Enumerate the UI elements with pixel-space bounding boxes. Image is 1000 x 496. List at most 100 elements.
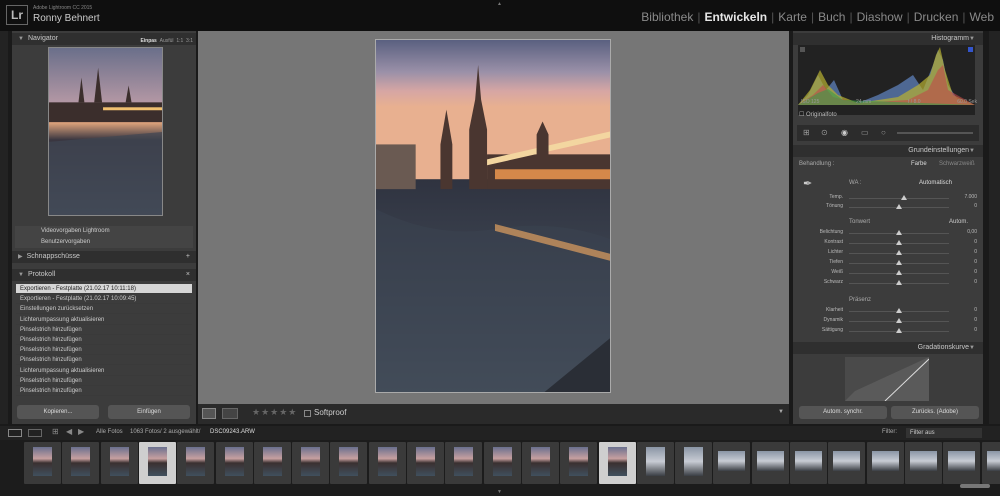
- wb-picker-icon[interactable]: ✒: [803, 177, 812, 190]
- radial-filter-icon[interactable]: ○: [881, 128, 886, 137]
- loupe-view-icon[interactable]: [202, 408, 216, 419]
- treatment-color[interactable]: Farbe: [911, 161, 927, 167]
- slider-knob[interactable]: [896, 260, 902, 265]
- slider-knob[interactable]: [896, 270, 902, 275]
- navigator-header[interactable]: ▼ Navigator Einpas Ausfül 1:1 3:1: [12, 33, 196, 45]
- history-item[interactable]: Pinselstrich hinzufügen: [16, 335, 192, 345]
- history-item[interactable]: Pinselstrich hinzufügen: [16, 386, 192, 396]
- history-item[interactable]: Pinselstrich hinzufügen: [16, 355, 192, 366]
- spot-removal-icon[interactable]: ⊙: [821, 128, 828, 137]
- history-item[interactable]: Lichterumpassung aktualisieren: [16, 315, 192, 325]
- slider-knob[interactable]: [896, 204, 902, 209]
- module-entwickeln[interactable]: Entwickeln: [704, 10, 767, 24]
- slider-knob[interactable]: [896, 230, 902, 235]
- filmstrip-thumbnail[interactable]: [943, 442, 981, 484]
- module-bibliothek[interactable]: Bibliothek: [641, 10, 693, 24]
- filmstrip-thumbnail[interactable]: [177, 442, 215, 484]
- collapse-top-arrow-icon[interactable]: ▲: [497, 1, 502, 7]
- filmstrip-thumbnail[interactable]: [330, 442, 368, 484]
- copy-button[interactable]: Kopieren...: [17, 405, 99, 419]
- slider-knob[interactable]: [901, 195, 907, 200]
- paste-button[interactable]: Einfügen: [108, 405, 190, 419]
- tone-curve-header[interactable]: Gradationskurve ▼: [793, 342, 983, 354]
- history-item[interactable]: Einstellungen zurücksetzen: [16, 304, 192, 315]
- filter-select[interactable]: Filter aus: [906, 428, 982, 438]
- main-photo[interactable]: [375, 39, 611, 393]
- module-buch[interactable]: Buch: [818, 10, 845, 24]
- slider-value[interactable]: 0: [974, 317, 977, 323]
- histogram-header[interactable]: Histogramm ▼: [793, 33, 983, 45]
- grid-icon[interactable]: ⊞: [52, 427, 59, 436]
- before-after-icon[interactable]: [222, 408, 238, 419]
- filmstrip-thumbnail[interactable]: [560, 442, 598, 484]
- filmstrip-thumbnail[interactable]: [790, 442, 827, 484]
- slider-knob[interactable]: [896, 250, 902, 255]
- right-panel-grip[interactable]: [989, 31, 1000, 424]
- filmstrip-thumbnail[interactable]: [62, 442, 100, 484]
- snapshots-header[interactable]: ▶ Schnappschüsse +: [12, 251, 196, 263]
- back-icon[interactable]: ◀: [66, 427, 72, 436]
- clear-history-icon[interactable]: ×: [186, 269, 190, 281]
- treatment-bw[interactable]: Schwarzweiß: [939, 161, 975, 167]
- left-panel-grip[interactable]: [0, 31, 8, 424]
- slider-value[interactable]: 0: [974, 269, 977, 275]
- tree-item-video-presets[interactable]: Videovorgaben Lightroom: [15, 226, 193, 237]
- history-item[interactable]: Exportieren - Festplatte (21.02.17 10:11…: [16, 284, 192, 294]
- slider-value[interactable]: 7.000: [964, 194, 977, 200]
- slider-knob[interactable]: [896, 328, 902, 333]
- slider-value[interactable]: 0: [974, 239, 977, 245]
- brush-slider[interactable]: [897, 132, 973, 134]
- filmstrip-thumbnail[interactable]: [713, 442, 751, 484]
- filmstrip-thumbnail[interactable]: [292, 442, 330, 484]
- filmstrip-thumbnail[interactable]: [407, 442, 444, 484]
- second-window-icon[interactable]: [28, 429, 42, 437]
- filmstrip-thumbnail[interactable]: [483, 442, 521, 484]
- slider-value[interactable]: 0: [974, 249, 977, 255]
- slider-knob[interactable]: [896, 318, 902, 323]
- module-drucken[interactable]: Drucken: [914, 10, 959, 24]
- forward-icon[interactable]: ▶: [78, 427, 84, 436]
- history-item[interactable]: Lichterumpassung aktualisieren: [16, 366, 192, 376]
- filmstrip-thumbnail[interactable]: [598, 442, 636, 484]
- slider-track[interactable]: [849, 198, 949, 199]
- history-item[interactable]: Pinselstrich hinzufügen: [16, 345, 192, 356]
- navigator-zoom-options[interactable]: Einpas Ausfül 1:1 3:1: [140, 35, 193, 47]
- collapse-bottom-arrow-icon[interactable]: ▼: [497, 489, 502, 495]
- filmstrip-scrollbar[interactable]: [960, 484, 990, 488]
- module-diashow[interactable]: Diashow: [857, 10, 903, 24]
- filmstrip-thumbnail[interactable]: [215, 442, 253, 484]
- navigator-preview[interactable]: [48, 47, 163, 216]
- filmstrip-thumbnail[interactable]: [675, 442, 713, 484]
- toolbar-menu-icon[interactable]: ▼: [778, 409, 784, 415]
- graduated-filter-icon[interactable]: ▭: [861, 128, 869, 137]
- filmstrip-thumbnail[interactable]: [138, 442, 176, 484]
- tree-item-user-presets[interactable]: Benutzervorgaben: [15, 237, 193, 248]
- wb-value[interactable]: Automatisch: [919, 180, 952, 186]
- slider-value[interactable]: 0: [974, 307, 977, 313]
- red-eye-icon[interactable]: ◉: [841, 128, 848, 137]
- softproof-checkbox[interactable]: [304, 410, 311, 417]
- slider-value[interactable]: 0: [974, 203, 977, 209]
- history-item[interactable]: Pinselstrich hinzufügen: [16, 376, 192, 386]
- history-item[interactable]: Exportieren - Festplatte (21.02.17 10:09…: [16, 294, 192, 305]
- filmstrip-thumbnail[interactable]: [904, 442, 942, 484]
- filmstrip-thumbnail[interactable]: [751, 442, 789, 484]
- filmstrip-thumbnail[interactable]: [445, 442, 483, 484]
- original-photo-toggle[interactable]: ☐ Originalfoto: [799, 111, 837, 118]
- filmstrip-thumbnail[interactable]: [368, 442, 406, 484]
- auto-tone-button[interactable]: Autom.: [949, 219, 968, 225]
- add-snapshot-icon[interactable]: +: [186, 251, 190, 263]
- basic-header[interactable]: Grundeinstellungen ▼: [793, 145, 983, 157]
- main-window-icon[interactable]: [8, 429, 22, 437]
- crop-icon[interactable]: ⊞: [803, 128, 810, 137]
- filmstrip-thumbnail[interactable]: [981, 442, 1000, 484]
- module-web[interactable]: Web: [970, 10, 994, 24]
- slider-knob[interactable]: [896, 280, 902, 285]
- slider-value[interactable]: 0: [974, 327, 977, 333]
- module-karte[interactable]: Karte: [778, 10, 807, 24]
- tone-curve[interactable]: [845, 357, 929, 401]
- auto-sync-button[interactable]: Autom. synchr.: [799, 406, 887, 419]
- filmstrip-thumbnail[interactable]: [866, 442, 904, 484]
- filmstrip-thumbnail[interactable]: [828, 442, 866, 484]
- reset-button[interactable]: Zurücks. (Adobe): [891, 406, 979, 419]
